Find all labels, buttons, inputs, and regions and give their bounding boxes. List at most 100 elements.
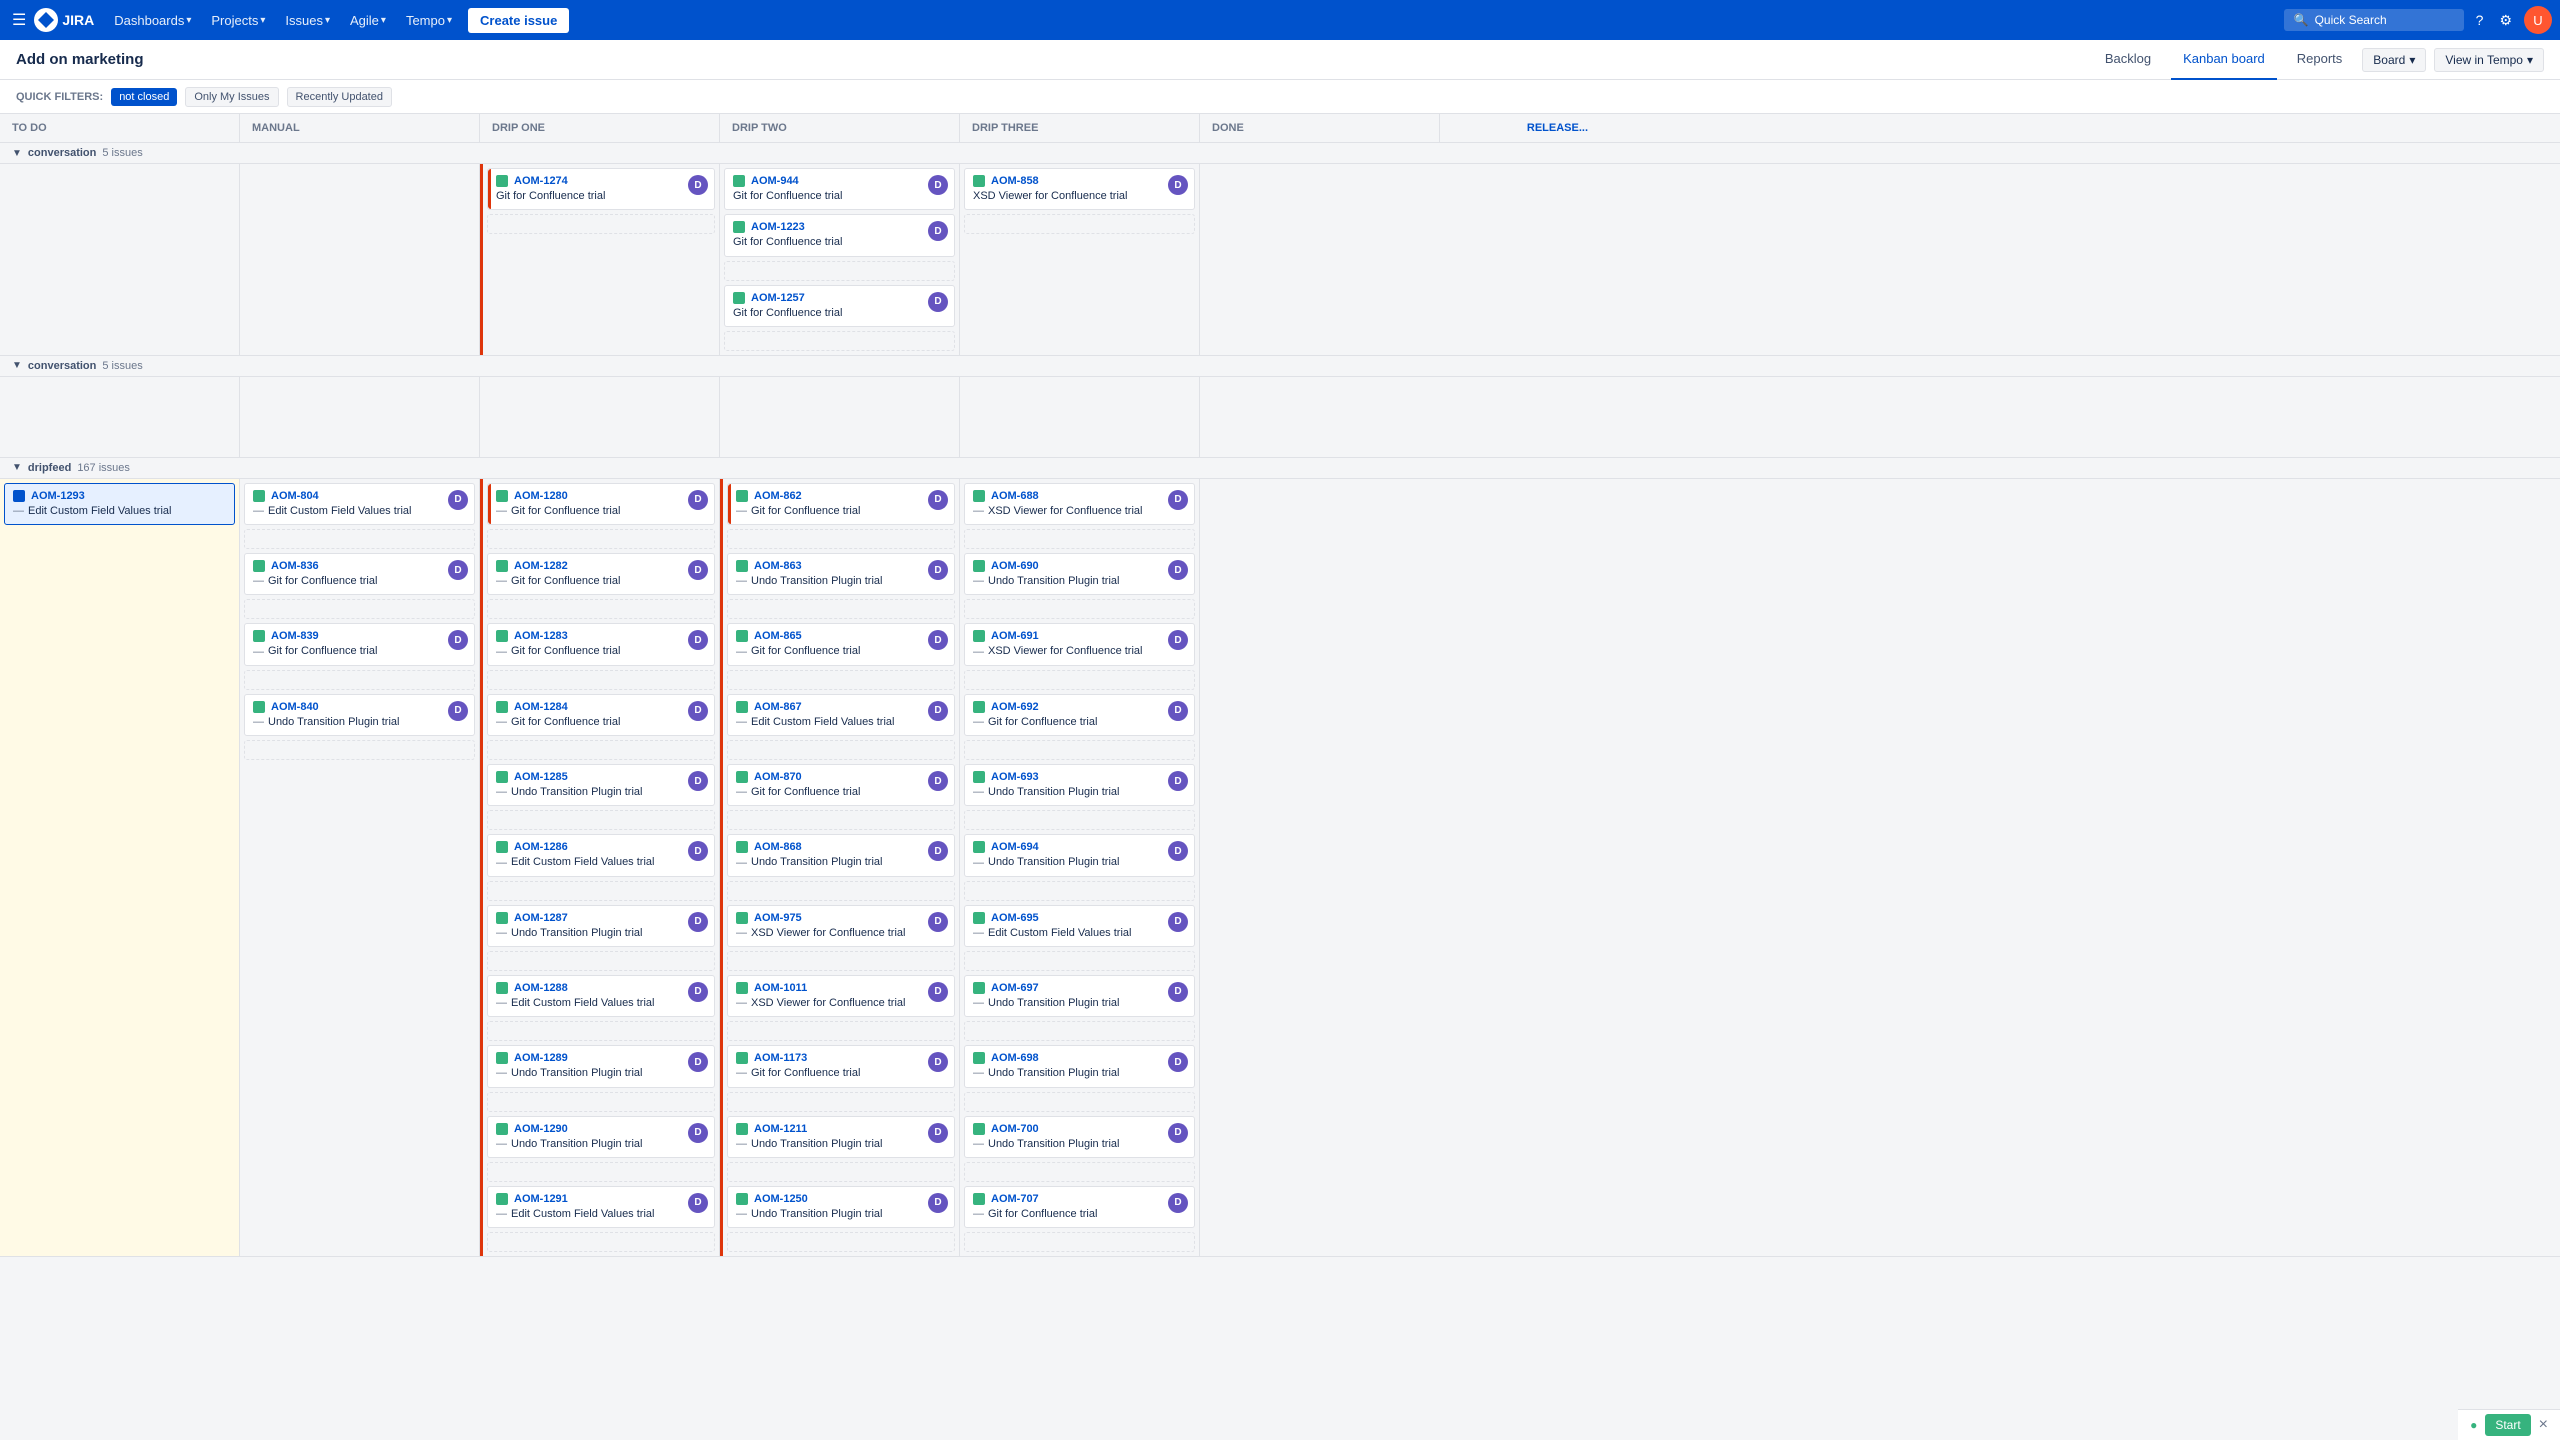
card-aom840[interactable]: AOM-840 — Undo Transition Plugin trial D <box>244 694 475 736</box>
card-aom863[interactable]: AOM-863 — Undo Transition Plugin trial D <box>727 553 955 595</box>
swimlane-body-conversation2 <box>0 377 2560 457</box>
card-type-icon <box>736 1193 748 1205</box>
card-placeholder <box>727 881 955 901</box>
col-header-release[interactable]: Release... <box>1440 114 1600 142</box>
swimlane-header-dripfeed[interactable]: ▼ dripfeed 167 issues <box>0 458 2560 479</box>
tab-backlog[interactable]: Backlog <box>2093 40 2163 80</box>
card-aom1211[interactable]: AOM-1211 — Undo Transition Plugin trial … <box>727 1116 955 1158</box>
card-aom692[interactable]: AOM-692 — Git for Confluence trial D <box>964 694 1195 736</box>
board-button[interactable]: Board ▾ <box>2362 48 2426 72</box>
help-icon[interactable]: ? <box>2472 8 2488 32</box>
card-dash: — <box>253 716 264 728</box>
card-type-icon <box>496 560 508 572</box>
swimlane-header-conversation2[interactable]: ▼ conversation 5 issues <box>0 356 2560 377</box>
quick-search[interactable]: 🔍 Quick Search <box>2284 9 2464 31</box>
card-aom1250[interactable]: AOM-1250 — Undo Transition Plugin trial … <box>727 1186 955 1228</box>
card-id: AOM-1257 <box>751 292 805 304</box>
dashboards-menu[interactable]: Dashboards ▾ <box>106 9 199 32</box>
card-aom1288[interactable]: AOM-1288 — Edit Custom Field Values tria… <box>487 975 715 1017</box>
nav-right: 🔍 Quick Search ? ⚙ U <box>2284 6 2552 34</box>
card-aom1173[interactable]: AOM-1173 — Git for Confluence trial D <box>727 1045 955 1087</box>
card-aom858[interactable]: AOM-858 XSD Viewer for Confluence trial … <box>964 168 1195 210</box>
card-aom1011[interactable]: AOM-1011 — XSD Viewer for Confluence tri… <box>727 975 955 1017</box>
card-aom1286[interactable]: AOM-1286 — Edit Custom Field Values tria… <box>487 834 715 876</box>
card-aom695[interactable]: AOM-695 — Edit Custom Field Values trial… <box>964 905 1195 947</box>
card-aom868[interactable]: AOM-868 — Undo Transition Plugin trial D <box>727 834 955 876</box>
card-aom836[interactable]: AOM-836 — Git for Confluence trial D <box>244 553 475 595</box>
close-button[interactable]: × <box>2539 1416 2548 1434</box>
card-aom688[interactable]: AOM-688 — XSD Viewer for Confluence tria… <box>964 483 1195 525</box>
avatar-icon[interactable]: U <box>2524 6 2552 34</box>
card-aom1291[interactable]: AOM-1291 — Edit Custom Field Values tria… <box>487 1186 715 1228</box>
card-id: AOM-839 <box>271 630 319 642</box>
jira-logo[interactable]: JIRA <box>34 8 94 32</box>
card-aom697[interactable]: AOM-697 — Undo Transition Plugin trial D <box>964 975 1195 1017</box>
create-issue-button[interactable]: Create issue <box>468 8 569 33</box>
card-aom698[interactable]: AOM-698 — Undo Transition Plugin trial D <box>964 1045 1195 1087</box>
card-aom1283[interactable]: AOM-1283 — Git for Confluence trial D <box>487 623 715 665</box>
card-aom690[interactable]: AOM-690 — Undo Transition Plugin trial D <box>964 553 1195 595</box>
card-avatar: D <box>688 701 708 721</box>
card-placeholder <box>727 1162 955 1182</box>
col-header-dripthree: drip three <box>960 114 1200 142</box>
card-aom944[interactable]: AOM-944 Git for Confluence trial D <box>724 168 955 210</box>
card-title: Edit Custom Field Values trial <box>268 504 411 518</box>
card-aom707[interactable]: AOM-707 — Git for Confluence trial D <box>964 1186 1195 1228</box>
issues-menu[interactable]: Issues ▾ <box>277 9 338 32</box>
agile-menu[interactable]: Agile ▾ <box>342 9 394 32</box>
card-aom839[interactable]: AOM-839 — Git for Confluence trial D <box>244 623 475 665</box>
filter-not-closed[interactable]: not closed <box>111 88 177 106</box>
swimlane-header-conversation1[interactable]: ▼ conversation 5 issues <box>0 143 2560 164</box>
filter-recently-updated[interactable]: Recently Updated <box>287 87 392 107</box>
card-aom691[interactable]: AOM-691 — XSD Viewer for Confluence tria… <box>964 623 1195 665</box>
cell-dripfeed-driptwo: AOM-862 — Git for Confluence trial D AOM… <box>720 479 960 1256</box>
card-placeholder <box>487 214 715 234</box>
card-aom694[interactable]: AOM-694 — Undo Transition Plugin trial D <box>964 834 1195 876</box>
card-bar <box>488 169 491 209</box>
filter-only-my-issues[interactable]: Only My Issues <box>185 87 278 107</box>
settings-icon[interactable]: ⚙ <box>2495 8 2516 33</box>
card-aom1280[interactable]: AOM-1280 — Git for Confluence trial D <box>487 483 715 525</box>
card-aom870[interactable]: AOM-870 — Git for Confluence trial D <box>727 764 955 806</box>
view-tempo-button[interactable]: View in Tempo ▾ <box>2434 48 2544 72</box>
card-aom1287[interactable]: AOM-1287 — Undo Transition Plugin trial … <box>487 905 715 947</box>
card-aom1282[interactable]: AOM-1282 — Git for Confluence trial D <box>487 553 715 595</box>
card-aom867[interactable]: AOM-867 — Edit Custom Field Values trial… <box>727 694 955 736</box>
hamburger-icon[interactable]: ☰ <box>8 6 30 34</box>
card-aom1289[interactable]: AOM-1289 — Undo Transition Plugin trial … <box>487 1045 715 1087</box>
card-aom1293[interactable]: AOM-1293 — Edit Custom Field Values tria… <box>4 483 235 525</box>
card-id: AOM-1280 <box>514 490 568 502</box>
card-avatar: D <box>928 1193 948 1213</box>
card-placeholder <box>964 1232 1195 1252</box>
cell-conv2-manual <box>240 377 480 457</box>
card-aom1284[interactable]: AOM-1284 — Git for Confluence trial D <box>487 694 715 736</box>
card-avatar: D <box>1168 1123 1188 1143</box>
tempo-menu[interactable]: Tempo ▾ <box>398 9 460 32</box>
card-title: Git for Confluence trial <box>511 715 620 729</box>
card-aom975[interactable]: AOM-975 — XSD Viewer for Confluence tria… <box>727 905 955 947</box>
card-aom693[interactable]: AOM-693 — Undo Transition Plugin trial D <box>964 764 1195 806</box>
card-aom1290[interactable]: AOM-1290 — Undo Transition Plugin trial … <box>487 1116 715 1158</box>
card-aom862[interactable]: AOM-862 — Git for Confluence trial D <box>727 483 955 525</box>
swimlane-count: 5 issues <box>102 360 142 372</box>
card-title: Undo Transition Plugin trial <box>751 1137 882 1151</box>
card-title: XSD Viewer for Confluence trial <box>988 644 1142 658</box>
card-type-icon <box>496 982 508 994</box>
card-aom804[interactable]: AOM-804 — Edit Custom Field Values trial… <box>244 483 475 525</box>
card-aom865[interactable]: AOM-865 — Git for Confluence trial D <box>727 623 955 665</box>
swimlane-conversation2: ▼ conversation 5 issues <box>0 356 2560 458</box>
card-avatar: D <box>448 490 468 510</box>
card-aom1285[interactable]: AOM-1285 — Undo Transition Plugin trial … <box>487 764 715 806</box>
card-dash: — <box>973 646 984 658</box>
card-aom1223[interactable]: AOM-1223 Git for Confluence trial D <box>724 214 955 256</box>
tab-reports[interactable]: Reports <box>2285 40 2355 80</box>
card-aom1257[interactable]: AOM-1257 Git for Confluence trial D <box>724 285 955 327</box>
start-button[interactable]: Start <box>2485 1414 2530 1436</box>
card-aom1274[interactable]: AOM-1274 Git for Confluence trial D <box>487 168 715 210</box>
projects-menu[interactable]: Projects ▾ <box>203 9 273 32</box>
tab-kanban[interactable]: Kanban board <box>2171 40 2277 80</box>
card-aom700[interactable]: AOM-700 — Undo Transition Plugin trial D <box>964 1116 1195 1158</box>
cell-dripfeed-todo: AOM-1293 — Edit Custom Field Values tria… <box>0 479 240 1256</box>
card-placeholder <box>727 1232 955 1252</box>
card-dash: — <box>496 505 507 517</box>
